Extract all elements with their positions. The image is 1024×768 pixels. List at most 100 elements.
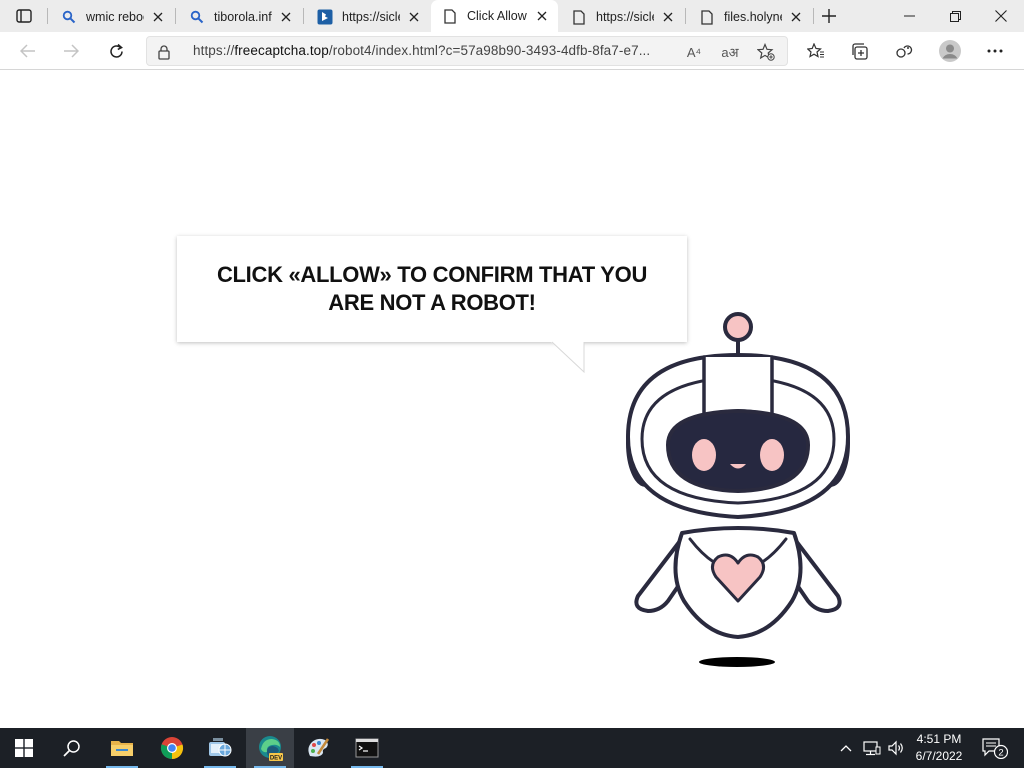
- speech-bubble-tail: [550, 341, 585, 374]
- paint-button[interactable]: [294, 728, 342, 768]
- tab-sicle-2[interactable]: https://sicle: [560, 2, 684, 32]
- translate-label: aअ: [721, 45, 739, 60]
- tab-actions-icon: [16, 9, 32, 23]
- terminal-button[interactable]: [343, 728, 391, 768]
- tab-title: https://sicle: [596, 10, 654, 24]
- avatar: [939, 40, 961, 62]
- close-tab-icon[interactable]: [406, 9, 422, 25]
- minimize-button[interactable]: [886, 0, 932, 32]
- page-content: CLICK «ALLOW» TO CONFIRM THAT YOU ARE NO…: [0, 71, 1024, 728]
- search-button[interactable]: [48, 728, 96, 768]
- terminal-icon: [355, 738, 379, 758]
- notification-center-button[interactable]: 2: [980, 728, 1010, 768]
- more-icon: [987, 49, 1003, 53]
- network-app-icon: [209, 738, 232, 757]
- file-explorer-icon: [111, 741, 133, 756]
- translate-icon[interactable]: aअ: [719, 41, 741, 63]
- close-tab-icon[interactable]: [150, 9, 166, 25]
- search-icon: [60, 8, 78, 26]
- svg-text:DEV: DEV: [270, 756, 282, 762]
- collections-button[interactable]: [845, 36, 875, 66]
- tab-wmic-reboot[interactable]: wmic reboot: [50, 2, 174, 32]
- read-aloud-label: A⁴: [686, 44, 702, 60]
- tab-separator: [813, 8, 814, 24]
- tab-title: https://sicle: [342, 10, 400, 24]
- minimize-icon: [903, 15, 915, 17]
- collections-icon: [852, 42, 868, 60]
- tab-tiborola[interactable]: tiborola.info: [178, 2, 302, 32]
- forward-button[interactable]: [56, 36, 86, 66]
- chrome-icon: [160, 737, 184, 760]
- url-text[interactable]: https://freecaptcha.top/robot4/index.htm…: [193, 43, 673, 58]
- taskbar: DEV 4:51 PM 6/7/2022 2: [0, 728, 1024, 768]
- notification-count: 2: [998, 748, 1003, 759]
- tab-separator: [47, 8, 48, 24]
- plus-icon: [822, 9, 836, 23]
- tab-separator: [175, 8, 176, 24]
- start-button[interactable]: [0, 728, 48, 768]
- back-button[interactable]: [13, 36, 43, 66]
- notification-icon: 2: [982, 738, 1008, 759]
- tab-title: wmic reboot: [86, 10, 144, 24]
- close-tab-icon[interactable]: [534, 8, 550, 24]
- browser-toolbar: https://freecaptcha.top/robot4/index.htm…: [0, 32, 1024, 70]
- tab-separator: [303, 8, 304, 24]
- tab-holyne[interactable]: files.holyne: [688, 2, 812, 32]
- browser-essentials-button[interactable]: [889, 36, 919, 66]
- refresh-button[interactable]: [101, 36, 131, 66]
- network-icon: [863, 741, 881, 756]
- paint-icon: [308, 738, 330, 757]
- browser-essentials-icon: [896, 45, 913, 58]
- chrome-button[interactable]: [148, 728, 196, 768]
- captcha-message: CLICK «ALLOW» TO CONFIRM THAT YOU ARE NO…: [216, 262, 648, 315]
- network-app-button[interactable]: [196, 728, 244, 768]
- search-icon: [188, 8, 206, 26]
- restore-icon: [949, 10, 961, 22]
- new-tab-button[interactable]: [816, 4, 842, 28]
- tab-separator: [685, 8, 686, 24]
- show-hidden-icons-button[interactable]: [836, 728, 856, 768]
- page-icon: [441, 7, 459, 25]
- favorites-button[interactable]: [801, 36, 831, 66]
- tab-click-allow[interactable]: Click Allow: [431, 0, 558, 32]
- add-favorite-icon[interactable]: [755, 41, 777, 63]
- edge-dev-icon: DEV: [259, 736, 283, 762]
- edge-dev-button[interactable]: DEV: [246, 728, 294, 768]
- tab-title: files.holyne: [724, 10, 782, 24]
- search-icon: [63, 740, 80, 757]
- settings-menu-button[interactable]: [980, 36, 1010, 66]
- close-tab-icon[interactable]: [660, 9, 676, 25]
- profile-button[interactable]: [935, 36, 965, 66]
- file-explorer-button[interactable]: [98, 728, 146, 768]
- url-path: /robot4/index.html?c=57a98b90-3493-4dfb-…: [328, 43, 651, 58]
- network-tray-button[interactable]: [860, 728, 884, 768]
- page-icon: [570, 8, 588, 26]
- chevron-up-icon: [840, 745, 852, 752]
- clock-time: 4:51 PM: [916, 732, 962, 746]
- taskbar-clock[interactable]: 4:51 PM 6/7/2022: [900, 731, 978, 765]
- close-icon: [995, 10, 1007, 22]
- url-host: freecaptcha.top: [234, 43, 329, 58]
- windows-icon: [15, 739, 33, 757]
- tab-title: tiborola.info: [214, 10, 272, 24]
- page-icon: [698, 8, 716, 26]
- clock-date: 6/7/2022: [915, 749, 963, 763]
- tab-actions-button[interactable]: [8, 6, 40, 26]
- tab-strip: wmic reboot tiborola.info https://sicle …: [0, 0, 1024, 32]
- tab-title: Click Allow: [467, 9, 527, 23]
- restore-button[interactable]: [932, 0, 978, 32]
- speech-bubble: CLICK «ALLOW» TO CONFIRM THAT YOU ARE NO…: [177, 236, 687, 342]
- close-tab-icon[interactable]: [278, 9, 294, 25]
- refresh-icon: [109, 43, 123, 58]
- favorites-icon: [807, 43, 824, 58]
- url-scheme: https://: [193, 43, 235, 58]
- lock-icon[interactable]: [155, 43, 173, 61]
- back-arrow-icon: [20, 44, 35, 58]
- bing-icon: [316, 8, 334, 26]
- robot-illustration: [626, 312, 850, 667]
- close-tab-icon[interactable]: [788, 9, 804, 25]
- tab-sicle-1[interactable]: https://sicle: [306, 2, 430, 32]
- address-bar[interactable]: https://freecaptcha.top/robot4/index.htm…: [146, 36, 788, 66]
- close-window-button[interactable]: [978, 0, 1024, 32]
- read-aloud-icon[interactable]: A⁴: [683, 41, 705, 63]
